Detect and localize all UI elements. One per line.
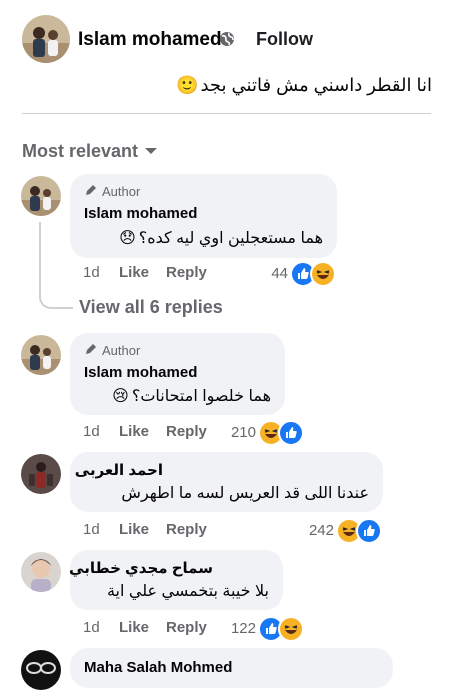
- comment-avatar[interactable]: [21, 650, 61, 690]
- globe-icon: [219, 31, 235, 52]
- reply-button[interactable]: Reply: [166, 423, 207, 440]
- comment-bubble: سماح مجدي خطابي بلا خيبة بتخمسي علي اية: [69, 550, 283, 610]
- author-badge-label: Author: [102, 184, 141, 199]
- haha-reaction-icon: [278, 616, 304, 642]
- comment-text: هما خلصوا امتحانات؟ 😢: [84, 386, 271, 406]
- view-replies-link[interactable]: View all 6 replies: [79, 297, 223, 318]
- comment-author-name[interactable]: Maha Salah Mohmed: [84, 659, 232, 676]
- post-divider: [22, 113, 431, 114]
- pen-icon: [84, 342, 98, 359]
- like-reaction-icon: [356, 518, 382, 544]
- reaction-count: 44: [271, 265, 288, 282]
- comment-text-content: هما مستعجلين اوي ليه كده؟: [138, 230, 323, 247]
- comment-author-name[interactable]: Islam mohamed: [84, 205, 197, 222]
- comment-avatar[interactable]: [21, 176, 61, 216]
- like-button[interactable]: Like: [119, 521, 149, 538]
- comment-time[interactable]: 1d: [83, 521, 100, 538]
- sort-dropdown[interactable]: Most relevant: [22, 141, 158, 162]
- post-author-avatar[interactable]: [22, 15, 70, 63]
- author-badge-label: Author: [102, 343, 141, 358]
- comment-bubble: Author Islam mohamed هما خلصوا امتحانات؟…: [70, 333, 285, 415]
- like-button[interactable]: Like: [119, 619, 149, 636]
- comment-time[interactable]: 1d: [83, 619, 100, 636]
- pen-icon: [84, 183, 98, 200]
- haha-reaction-icon: [310, 261, 336, 287]
- crying-emoji: 😢: [112, 388, 129, 405]
- comment-avatar[interactable]: [21, 335, 61, 375]
- reaction-count: 242: [308, 522, 334, 539]
- like-reaction-icon: [278, 420, 304, 446]
- comment-avatar[interactable]: [21, 454, 61, 494]
- comment-bubble: احمد العربى عندنا اللى قد العريس لسه ما …: [70, 452, 383, 512]
- comment-bubble: Maha Salah Mohmed: [70, 648, 393, 688]
- author-badge: Author: [84, 183, 140, 200]
- like-button[interactable]: Like: [119, 423, 149, 440]
- reply-thread-line: [39, 222, 73, 309]
- reaction-count: 210: [230, 424, 256, 441]
- comment-text-content: هما خلصوا امتحانات؟: [131, 388, 271, 405]
- follow-button[interactable]: Follow: [256, 29, 313, 50]
- post-text: انا القطر داسني مش فاتني بجد 🙂: [176, 75, 432, 96]
- post-author-name[interactable]: Islam mohamed: [78, 29, 222, 51]
- comment-text: بلا خيبة بتخمسي علي اية: [106, 583, 269, 600]
- comment-text: عندنا اللى قد العريس لسه ما اطهرش: [121, 485, 369, 502]
- comment-text: هما مستعجلين اوي ليه كده؟ 😞: [84, 228, 323, 248]
- comment-time[interactable]: 1d: [83, 423, 100, 440]
- reply-button[interactable]: Reply: [166, 264, 207, 281]
- reply-button[interactable]: Reply: [166, 521, 207, 538]
- comment-author-name[interactable]: احمد العربى: [75, 461, 163, 479]
- caret-down-icon: [144, 143, 158, 161]
- disappointed-emoji: 😞: [119, 230, 136, 247]
- sort-label: Most relevant: [22, 141, 139, 161]
- reply-button[interactable]: Reply: [166, 619, 207, 636]
- reaction-count: 122: [230, 620, 256, 637]
- comment-author-name[interactable]: سماح مجدي خطابي: [69, 559, 213, 577]
- author-badge: Author: [84, 342, 140, 359]
- comment-avatar[interactable]: [21, 552, 61, 592]
- comment-author-name[interactable]: Islam mohamed: [84, 364, 197, 381]
- comment-time[interactable]: 1d: [83, 264, 100, 281]
- post-text-content: انا القطر داسني مش فاتني بجد: [200, 75, 432, 95]
- slightly-smiling-emoji: 🙂: [176, 75, 199, 95]
- comment-bubble: Author Islam mohamed هما مستعجلين اوي لي…: [70, 174, 337, 258]
- like-button[interactable]: Like: [119, 264, 149, 281]
